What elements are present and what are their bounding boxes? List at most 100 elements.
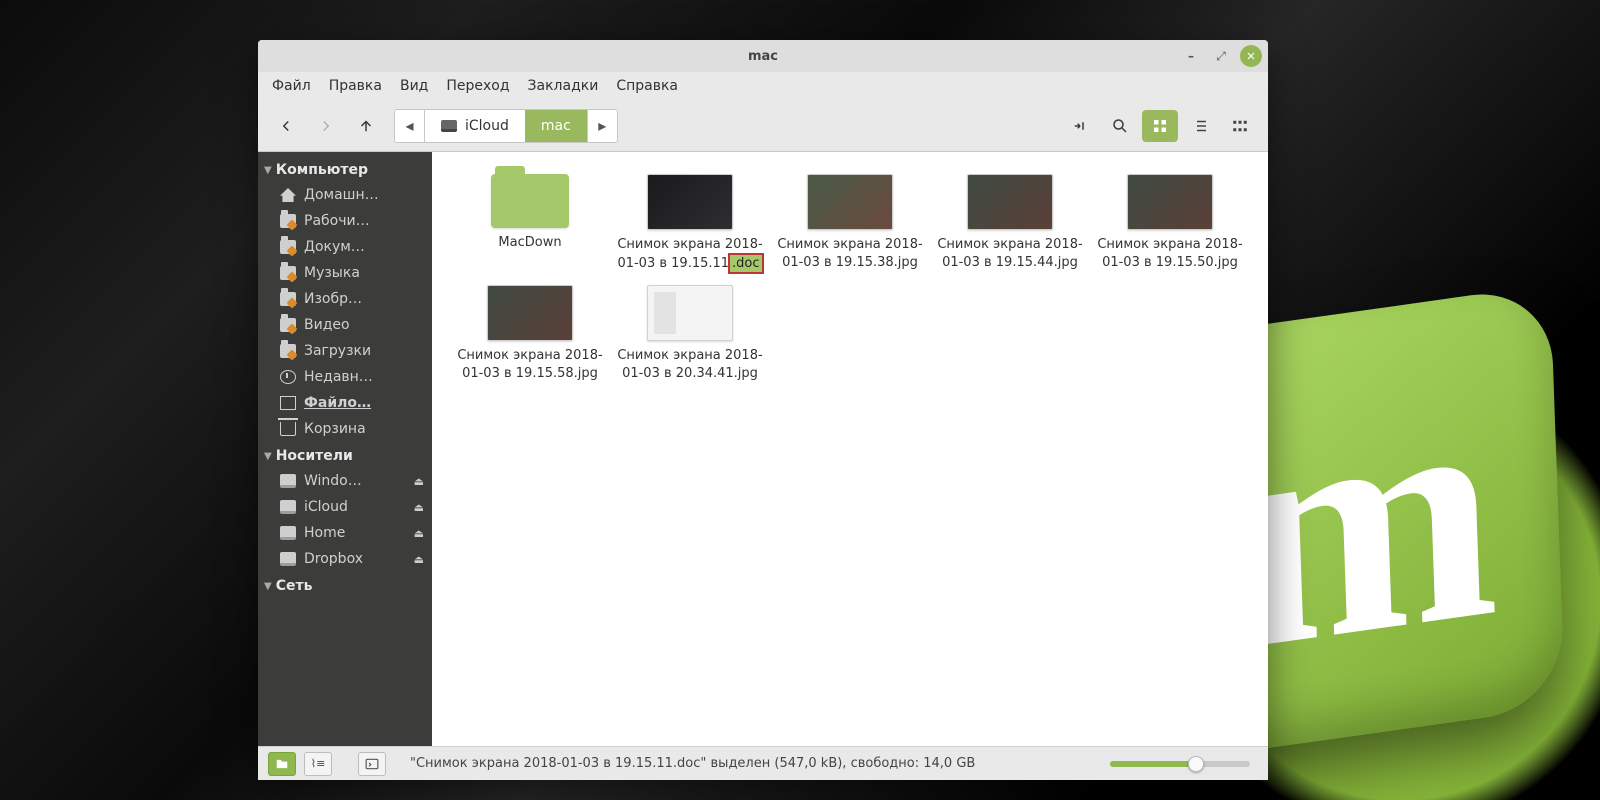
search-button[interactable] — [1102, 109, 1138, 143]
sidebar-item-label: Домашн… — [304, 187, 379, 203]
thumbnail-icon — [647, 285, 733, 341]
breadcrumb-seg-mac[interactable]: mac — [525, 110, 587, 142]
sidebar-item-label: Докум… — [304, 239, 365, 255]
close-button[interactable] — [1240, 45, 1262, 67]
file-item[interactable]: Снимок экрана 2018-01-03 в 19.15.50.jpg — [1090, 170, 1250, 277]
thumbnail-icon — [807, 174, 893, 230]
breadcrumb: ◂ iCloud mac ▸ — [394, 109, 618, 143]
sidebar-item[interactable]: Музыка — [258, 260, 432, 286]
thumbnail-icon — [1127, 174, 1213, 230]
drive-icon — [441, 120, 457, 132]
sidebar-item[interactable]: Загрузки — [258, 338, 432, 364]
breadcrumb-label: mac — [541, 118, 571, 134]
eject-icon[interactable]: ⏏ — [414, 553, 424, 566]
file-label-editing[interactable]: Снимок экрана 2018-01-03 в 19.15.11.doc — [615, 236, 765, 273]
thumbnail-icon — [647, 174, 733, 230]
sidebar-item[interactable]: Dropbox ⏏ — [258, 546, 432, 572]
menu-view[interactable]: Вид — [400, 78, 428, 94]
content-pane[interactable]: MacDown Снимок экрана 2018-01-03 в 19.15.… — [432, 152, 1268, 746]
forward-button[interactable] — [308, 109, 344, 143]
sidebar-item[interactable]: Видео — [258, 312, 432, 338]
up-button[interactable] — [348, 109, 384, 143]
rename-extension-selection[interactable]: .doc — [729, 254, 763, 274]
file-item[interactable]: Снимок экрана 2018-01-03 в 20.34.41.jpg — [610, 281, 770, 386]
sidebar-item[interactable]: Рабочи… — [258, 208, 432, 234]
eject-icon[interactable]: ⏏ — [414, 501, 424, 514]
menu-bookmarks[interactable]: Закладки — [528, 78, 599, 94]
file-item[interactable]: Снимок экрана 2018-01-03 в 19.15.38.jpg — [770, 170, 930, 277]
sidebar-item[interactable]: Корзина — [258, 416, 432, 442]
home-icon — [280, 188, 296, 202]
file-item[interactable]: Снимок экрана 2018-01-03 в 19.15.58.jpg — [450, 281, 610, 386]
toolbar: ◂ iCloud mac ▸ — [258, 100, 1268, 152]
menubar: Файл Правка Вид Переход Закладки Справка — [258, 72, 1268, 100]
sidebar-section-header[interactable]: ▼Носители — [258, 442, 432, 468]
compact-view-button[interactable] — [1222, 110, 1258, 142]
sidebar-item[interactable]: Home⏏ — [258, 520, 432, 546]
icon-view-button[interactable] — [1142, 110, 1178, 142]
folder-icon — [491, 174, 569, 228]
status-text: "Снимок экрана 2018-01-03 в 19.15.11.doc… — [394, 756, 1102, 771]
thumbnail-icon — [487, 285, 573, 341]
folder-item[interactable]: MacDown — [450, 170, 610, 277]
sidebar-item-label: Рабочи… — [304, 213, 370, 229]
file-label: Снимок экрана 2018-01-03 в 19.15.50.jpg — [1095, 236, 1245, 271]
sidebar-section-header[interactable]: ▼Компьютер — [258, 156, 432, 182]
drive-icon — [280, 500, 296, 514]
clock-icon — [280, 370, 296, 384]
window-title: mac — [258, 49, 1268, 64]
file-item[interactable]: Снимок экрана 2018-01-03 в 19.15.44.jpg — [930, 170, 1090, 277]
breadcrumb-label: iCloud — [465, 118, 509, 134]
sidebar-section-header[interactable]: ▼Сеть — [258, 572, 432, 598]
thumbnail-icon — [967, 174, 1053, 230]
sidebar-item-label: Файло… — [304, 395, 371, 411]
sidebar-item-label: Музыка — [304, 265, 360, 281]
file-manager-window: mac Файл Правка Вид Переход Закладки Спр… — [258, 40, 1268, 780]
sidebar-item[interactable]: Докум… — [258, 234, 432, 260]
file-label: Снимок экрана 2018-01-03 в 20.34.41.jpg — [615, 347, 765, 382]
minimize-button[interactable] — [1180, 45, 1202, 67]
back-button[interactable] — [268, 109, 304, 143]
file-label: MacDown — [498, 234, 561, 252]
show-tree-button[interactable]: ⌇≡ — [304, 752, 332, 776]
titlebar[interactable]: mac — [258, 40, 1268, 72]
sidebar-item-label: Windo… — [304, 473, 362, 489]
sidebar-item-label: Видео — [304, 317, 350, 333]
sidebar-item[interactable]: Домашн… — [258, 182, 432, 208]
file-label: Снимок экрана 2018-01-03 в 19.15.44.jpg — [935, 236, 1085, 271]
trash-icon — [280, 422, 296, 436]
filesystem-icon — [280, 396, 296, 410]
sidebar-item-label: Dropbox — [304, 551, 363, 567]
breadcrumb-prev[interactable]: ◂ — [395, 110, 425, 142]
show-places-button[interactable] — [268, 752, 296, 776]
sidebar: ▼Компьютер Домашн… Рабочи… Докум… Музыка Изоб… — [258, 152, 432, 746]
sidebar-item[interactable]: Windo… ⏏ — [258, 468, 432, 494]
menu-file[interactable]: Файл — [272, 78, 311, 94]
breadcrumb-next[interactable]: ▸ — [587, 110, 617, 142]
sidebar-item[interactable]: iCloud ⏏ — [258, 494, 432, 520]
sidebar-item-label: Недавн… — [304, 369, 373, 385]
toggle-path-entry-button[interactable] — [1062, 109, 1098, 143]
eject-icon[interactable]: ⏏ — [414, 475, 424, 488]
eject-icon[interactable]: ⏏ — [414, 527, 424, 540]
breadcrumb-seg-icloud[interactable]: iCloud — [425, 110, 525, 142]
drive-icon — [280, 526, 296, 540]
sidebar-item[interactable]: Недавн… — [258, 364, 432, 390]
sidebar-item-label: iCloud — [304, 499, 348, 515]
terminal-button[interactable] — [358, 752, 386, 776]
menu-edit[interactable]: Правка — [329, 78, 382, 94]
menu-go[interactable]: Переход — [446, 78, 509, 94]
zoom-slider[interactable] — [1110, 761, 1250, 767]
file-label: Снимок экрана 2018-01-03 в 19.15.38.jpg — [775, 236, 925, 271]
sidebar-item[interactable]: Файло… — [258, 390, 432, 416]
statusbar: ⌇≡ "Снимок экрана 2018-01-03 в 19.15.11.… — [258, 746, 1268, 780]
sidebar-item[interactable]: Изобр… — [258, 286, 432, 312]
file-item[interactable]: Снимок экрана 2018-01-03 в 19.15.11.doc — [610, 170, 770, 277]
menu-help[interactable]: Справка — [616, 78, 678, 94]
drive-icon — [280, 474, 296, 488]
icon-grid: MacDown Снимок экрана 2018-01-03 в 19.15.… — [432, 152, 1268, 404]
sidebar-item-label: Изобр… — [304, 291, 362, 307]
drive-icon — [280, 552, 296, 566]
maximize-button[interactable] — [1210, 45, 1232, 67]
list-view-button[interactable] — [1182, 110, 1218, 142]
